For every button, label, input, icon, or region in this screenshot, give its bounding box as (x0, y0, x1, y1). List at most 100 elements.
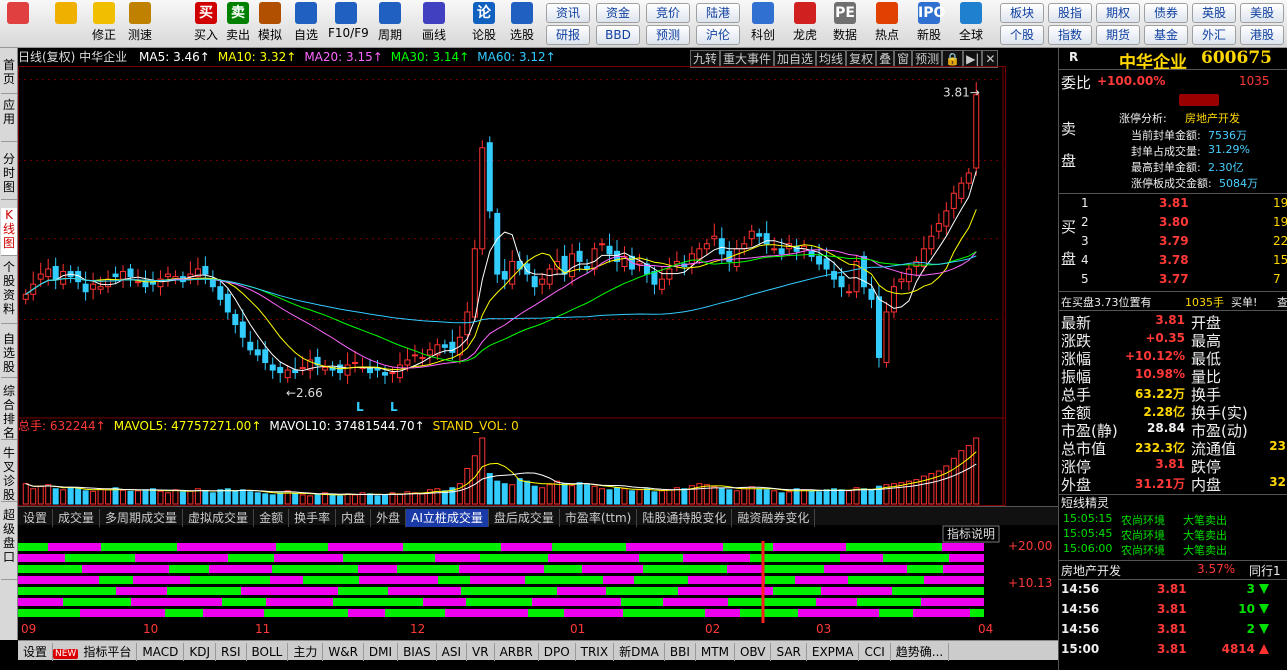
toolbar-right-0[interactable]: 科创 (744, 2, 782, 46)
indicator-tab-8[interactable]: W&R (323, 643, 364, 661)
indicator-tab-17[interactable]: BBI (665, 643, 696, 661)
grid2-button-1[interactable]: 股指 (1048, 3, 1092, 23)
volume-bar (157, 490, 164, 505)
indicator-tab-1[interactable]: NEW (53, 649, 79, 659)
grid2-button-9[interactable]: 基金 (1144, 25, 1188, 45)
grid2-button-0[interactable]: 板块 (1000, 3, 1044, 23)
candle-body (247, 341, 254, 351)
back-arrow-icon (55, 2, 77, 24)
sidebar-item-7[interactable]: 牛叉诊股 (1, 446, 17, 502)
indicator-tab-23[interactable]: 趋势确... (891, 643, 950, 661)
grid2-button-4[interactable]: 英股 (1192, 3, 1236, 23)
divider (1059, 69, 1287, 70)
volume-bar (831, 488, 838, 505)
grid2-button-10[interactable]: 外汇 (1192, 25, 1236, 45)
grid2-button-5[interactable]: 美股 (1240, 3, 1284, 23)
grid-button-1[interactable]: 资金 (596, 3, 640, 23)
indicator-tab-6[interactable]: BOLL (247, 643, 289, 661)
indicator-tab-9[interactable]: DMI (364, 643, 399, 661)
indicator-tab-19[interactable]: OBV (735, 643, 772, 661)
grid2-button-3[interactable]: 债券 (1144, 3, 1188, 23)
indicator-tab-12[interactable]: VR (467, 643, 495, 661)
toolbar-right-2[interactable]: PE 数据 (826, 2, 864, 46)
indicator-tab-22[interactable]: CCI (859, 643, 891, 661)
toolbar-button-8[interactable]: F10/F9 (328, 2, 369, 46)
sidebar-item-4[interactable]: 个股资料 (1, 260, 17, 324)
sidebar-item-6[interactable]: 综合排名 (1, 384, 17, 440)
collapse-icon[interactable] (1179, 94, 1219, 106)
candle-body (771, 248, 778, 251)
toolbar-button-2[interactable]: 修正 (86, 2, 122, 46)
candle-body (883, 311, 890, 363)
volume-bar (232, 490, 239, 505)
indicator-panel[interactable]: 指标说明 +20.00 +10.13 09 10 11 12 01 02 03 04 (18, 525, 1058, 637)
volume-bar (209, 492, 216, 505)
toolbar-button-12[interactable]: 选股 (504, 2, 540, 46)
indicator-tab-7[interactable]: 主力 (288, 643, 324, 661)
divider (1059, 193, 1287, 194)
indicator-tab-14[interactable]: DPO (539, 643, 576, 661)
sidebar-item-8[interactable]: 超级盘口 (1, 508, 17, 580)
volume-bar (329, 494, 336, 505)
indicator-tab-3[interactable]: MACD (137, 643, 185, 661)
f10-icon (335, 2, 357, 24)
volume-bar (471, 455, 478, 505)
toolbar-button-1[interactable] (48, 2, 84, 46)
grid-button-7[interactable]: 沪伦 (696, 25, 740, 45)
indicator-tab-2[interactable]: 指标平台 (78, 643, 138, 661)
indicator-tab-21[interactable]: EXPMA (807, 643, 860, 661)
sidebar-item-1[interactable]: 应用 (1, 98, 17, 142)
toolbar-button-11[interactable]: 论论股 (466, 2, 502, 46)
sidebar-item-2[interactable]: 分时图 (1, 152, 17, 200)
grid-button-0[interactable]: 资讯 (546, 3, 590, 23)
indicator-tab-10[interactable]: BIAS (398, 643, 437, 661)
indicator-tab-20[interactable]: SAR (771, 643, 807, 661)
volume-bar (950, 457, 957, 505)
tick-volume: 4814 (1221, 642, 1255, 656)
sidebar-item-5[interactable]: 自选股 (1, 332, 17, 378)
indicator-tab-0[interactable]: 设置 (18, 643, 54, 661)
grid2-button-11[interactable]: 港股 (1240, 25, 1284, 45)
toolbar-button-7[interactable]: 自选 (288, 2, 324, 46)
indicator-tab-18[interactable]: MTM (696, 643, 735, 661)
price-chart[interactable]: 3.873.553.242.923.81→←2.66LL6322432070X1… (18, 66, 1006, 506)
buy-price: 3.79 (1159, 234, 1189, 248)
indicator-tab-16[interactable]: 新DMA (614, 643, 665, 661)
grid-button-6[interactable]: 预测 (646, 25, 690, 45)
toolbar-button-6[interactable]: 模拟 (252, 2, 288, 46)
indicator-tab-5[interactable]: RSI (216, 643, 247, 661)
indicator-segment (228, 554, 274, 562)
buy-volume: 7 (1273, 272, 1281, 286)
toolbar-right-4[interactable]: IPO 新股 (910, 2, 948, 46)
toolbar-button-4[interactable]: 买买入 (188, 2, 224, 46)
indicator-tab-13[interactable]: ARBR (495, 643, 539, 661)
indicator-tab-15[interactable]: TRIX (576, 643, 615, 661)
toolbar-button-9[interactable]: 周期 (372, 2, 408, 46)
indicator-tab-11[interactable]: ASI (437, 643, 468, 661)
indicator-segment (466, 598, 532, 606)
grid-button-2[interactable]: 竞价 (646, 3, 690, 23)
indicator-segment (525, 576, 603, 584)
toolbar-button-0[interactable] (0, 2, 36, 46)
candle-body (546, 268, 553, 285)
toolbar-right-5[interactable]: 全球 (952, 2, 990, 46)
toolbar-button-5[interactable]: 卖卖出 (220, 2, 256, 46)
grid2-button-7[interactable]: 指数 (1048, 25, 1092, 45)
grid-button-4[interactable]: 研报 (546, 25, 590, 45)
toolbar-button-10[interactable]: 画线 (416, 2, 452, 46)
candle-body (419, 356, 426, 359)
sidebar-item-0[interactable]: 首页 (1, 58, 17, 94)
stat-value: 3.81 (1155, 457, 1185, 471)
grid2-button-8[interactable]: 期货 (1096, 25, 1140, 45)
indicator-tab-4[interactable]: KDJ (184, 643, 216, 661)
candle-body (898, 278, 905, 283)
volume-bar (778, 492, 785, 505)
toolbar-button-3[interactable]: 测速 (122, 2, 158, 46)
grid-button-5[interactable]: BBD (596, 25, 640, 45)
grid2-button-6[interactable]: 个股 (1000, 25, 1044, 45)
grid2-button-2[interactable]: 期权 (1096, 3, 1140, 23)
grid-button-3[interactable]: 陆港 (696, 3, 740, 23)
toolbar-right-3[interactable]: 热点 (868, 2, 906, 46)
toolbar-right-1[interactable]: 龙虎 (786, 2, 824, 46)
sidebar-item-3[interactable]: K线图 (1, 208, 17, 256)
